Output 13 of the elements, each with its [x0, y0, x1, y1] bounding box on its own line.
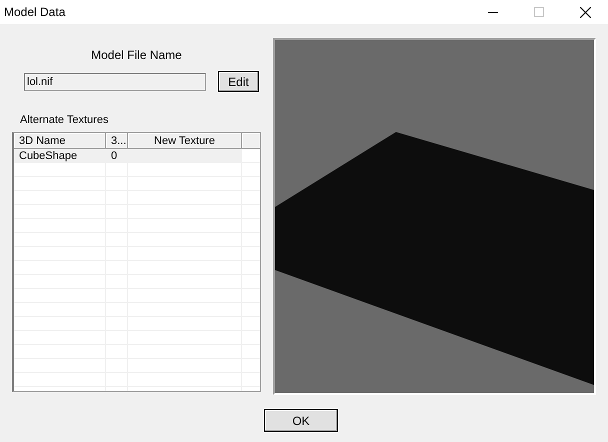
- section-label: Alternate Textures: [20, 114, 110, 126]
- edit-button[interactable]: Edit: [218, 71, 259, 92]
- file-name-field[interactable]: lol.nif: [24, 72, 206, 90]
- column-header[interactable]: New Texture: [128, 133, 242, 149]
- close-icon: [580, 6, 590, 18]
- table-cell: 0: [106, 149, 128, 163]
- window-title: Model Data: [3, 5, 66, 19]
- maximize-icon: [534, 7, 544, 17]
- column-header[interactable]: 3...: [106, 133, 128, 149]
- table-cell: CubeShape: [14, 149, 106, 163]
- column-header[interactable]: 3D Name: [14, 133, 106, 149]
- ok-button[interactable]: OK: [264, 409, 338, 432]
- field-label: Model File Name: [91, 48, 182, 62]
